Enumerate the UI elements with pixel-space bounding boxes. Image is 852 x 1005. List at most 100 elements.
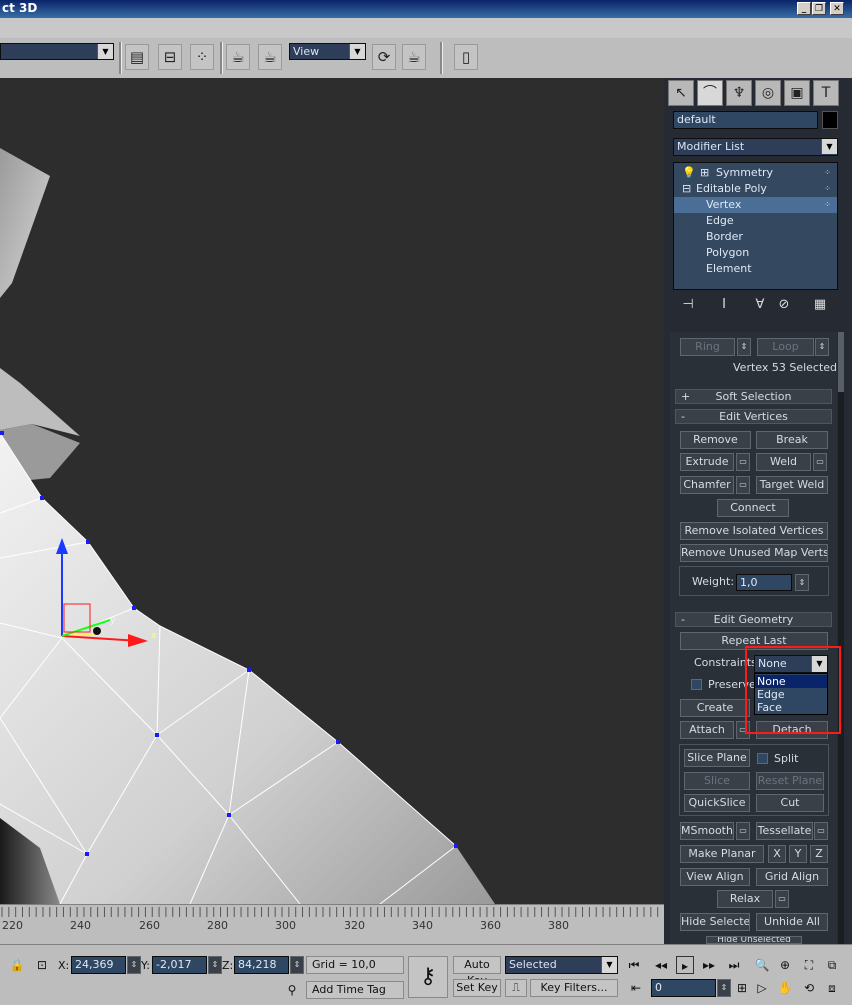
lightbulb-icon[interactable]: 💡: [682, 165, 696, 181]
utilities-tab-icon[interactable]: T: [813, 80, 839, 106]
y-coordinate-field[interactable]: -2,017: [152, 956, 207, 974]
pan-hand-icon[interactable]: ✋: [776, 979, 794, 997]
ring-button[interactable]: Ring: [680, 338, 735, 356]
restore-button[interactable]: ❐: [812, 2, 826, 15]
set-key-button[interactable]: Set Key: [453, 979, 501, 997]
hierarchy-tab-icon[interactable]: ♆: [726, 80, 752, 106]
z-coordinate-field[interactable]: 84,218: [234, 956, 289, 974]
attach-button[interactable]: Attach: [680, 721, 734, 739]
target-weld-button[interactable]: Target Weld: [756, 476, 828, 494]
set-key-mode-icon[interactable]: ⚷: [408, 956, 448, 998]
relax-button[interactable]: Relax: [717, 890, 773, 908]
tessellate-button[interactable]: Tessellate: [756, 822, 813, 840]
add-time-tag-button[interactable]: Add Time Tag: [306, 981, 404, 999]
orbit-icon[interactable]: ⟲: [800, 979, 818, 997]
time-ruler[interactable]: 220 240 260 280 300 320 340 360 380: [0, 904, 664, 945]
ring-spinner[interactable]: ⇕: [737, 338, 751, 356]
hide-unselected-button[interactable]: Hide Unselected: [706, 936, 802, 944]
x-coordinate-field[interactable]: 24,369: [71, 956, 126, 974]
loop-button[interactable]: Loop: [757, 338, 814, 356]
previous-frame-icon[interactable]: ◂◂: [652, 956, 670, 974]
loop-spinner[interactable]: ⇕: [815, 338, 829, 356]
chamfer-button[interactable]: Chamfer: [680, 476, 734, 494]
view-align-button[interactable]: View Align: [680, 868, 750, 886]
field-of-view-icon[interactable]: ▷: [753, 979, 771, 997]
stack-item-element[interactable]: Element: [674, 261, 837, 277]
close-button[interactable]: ✕: [830, 2, 844, 15]
selection-set-combo[interactable]: ▼: [0, 43, 114, 60]
show-end-result-icon[interactable]: I: [713, 294, 735, 316]
remove-isolated-vertices-button[interactable]: Remove Isolated Vertices: [680, 522, 828, 540]
connect-button[interactable]: Connect: [717, 499, 789, 517]
weight-spinner[interactable]: ⇕: [795, 574, 809, 591]
modifier-stack[interactable]: 💡 ⊞ Symmetry ⁘ ⊟ Editable Poly ⁘ Vertex ⁘ Edge…: [673, 162, 838, 290]
minimize-button[interactable]: _: [797, 2, 811, 15]
modifier-list-combo[interactable]: Modifier List ▼: [673, 138, 838, 156]
key-curve-icon[interactable]: ⎍: [505, 979, 527, 997]
next-frame-icon[interactable]: ▸▸: [700, 956, 718, 974]
auto-key-button[interactable]: Auto Key: [453, 956, 501, 987]
y-spinner[interactable]: ⇕: [208, 956, 222, 974]
extra-tools-icon[interactable]: ▯: [454, 44, 478, 70]
configure-sets-icon[interactable]: ▦: [809, 294, 831, 316]
frame-spinner[interactable]: ⇕: [717, 979, 731, 997]
layers-icon[interactable]: ⁘: [190, 44, 214, 70]
stack-item-vertex[interactable]: Vertex ⁘: [674, 197, 837, 213]
panel-scrollbar[interactable]: [838, 332, 844, 944]
quickslice-button[interactable]: QuickSlice: [684, 794, 750, 812]
maximize-viewport-icon[interactable]: ⧈: [823, 979, 841, 997]
display-tab-icon[interactable]: ▣: [784, 80, 810, 106]
extrude-button[interactable]: Extrude: [680, 453, 734, 471]
zoom-icon[interactable]: 🔍: [753, 956, 771, 974]
preserve-uvs-checkbox[interactable]: [691, 679, 702, 690]
hide-selected-button[interactable]: Hide Selected: [680, 913, 750, 931]
stack-item-symmetry[interactable]: 💡 ⊞ Symmetry ⁘: [674, 165, 837, 181]
msmooth-button[interactable]: MSmooth: [680, 822, 734, 840]
object-name-field[interactable]: default: [673, 111, 818, 129]
unhide-all-button[interactable]: Unhide All: [756, 913, 828, 931]
make-unique-icon[interactable]: ∀: [749, 294, 771, 316]
split-checkbox[interactable]: [757, 753, 768, 764]
weld-button[interactable]: Weld: [756, 453, 811, 471]
relax-settings-icon[interactable]: ▭: [775, 890, 789, 908]
msmooth-settings-icon[interactable]: ▭: [736, 822, 750, 840]
slice-button[interactable]: Slice: [684, 772, 750, 790]
weld-settings-icon[interactable]: ▭: [813, 453, 827, 471]
extrude-settings-icon[interactable]: ▭: [736, 453, 750, 471]
chamfer-settings-icon[interactable]: ▭: [736, 476, 750, 494]
grid-align-button[interactable]: Grid Align: [756, 868, 828, 886]
modify-tab-icon[interactable]: ⌒: [697, 80, 723, 106]
motion-tab-icon[interactable]: ◎: [755, 80, 781, 106]
perspective-viewport[interactable]: z y x: [0, 78, 664, 904]
z-spinner[interactable]: ⇕: [290, 956, 304, 974]
expand-icon[interactable]: ⊞: [700, 165, 709, 181]
remove-button[interactable]: Remove: [680, 431, 751, 449]
active-shade-icon[interactable]: ☕: [402, 44, 426, 70]
render-teapot-icon[interactable]: ☕: [258, 44, 282, 70]
key-selection-combo[interactable]: Selected ▼: [505, 956, 618, 974]
planarize-y-button[interactable]: Y: [789, 845, 807, 863]
create-tab-icon[interactable]: ↖: [668, 80, 694, 106]
lock-icon[interactable]: 🔒: [8, 956, 26, 974]
zoom-all-icon[interactable]: ⊕: [776, 956, 794, 974]
create-button[interactable]: Create: [680, 699, 750, 717]
make-planar-button[interactable]: Make Planar: [680, 845, 764, 863]
slice-plane-button[interactable]: Slice Plane: [684, 749, 750, 767]
object-color-swatch[interactable]: [822, 111, 838, 129]
stack-item-editable-poly[interactable]: ⊟ Editable Poly ⁘: [674, 181, 837, 197]
current-frame-field[interactable]: 0: [651, 979, 716, 997]
quick-render-icon[interactable]: ⟳: [372, 44, 396, 70]
planarize-x-button[interactable]: X: [768, 845, 786, 863]
key-mode-icon[interactable]: ⇤: [627, 979, 645, 997]
time-tag-icon[interactable]: ⚲: [283, 981, 301, 999]
named-selection-icon[interactable]: ▤: [125, 44, 149, 70]
remove-unused-map-verts-button[interactable]: Remove Unused Map Verts: [680, 544, 828, 562]
edit-vertices-rollout[interactable]: - Edit Vertices: [675, 409, 832, 424]
edit-geometry-rollout[interactable]: - Edit Geometry: [675, 612, 832, 627]
go-to-end-icon[interactable]: ⏭: [725, 956, 743, 974]
render-setup-icon[interactable]: ☕: [226, 44, 250, 70]
break-button[interactable]: Break: [756, 431, 828, 449]
absolute-mode-icon[interactable]: ⊡: [33, 956, 51, 974]
time-config-icon[interactable]: ⊞: [733, 979, 751, 997]
soft-selection-rollout[interactable]: + Soft Selection: [675, 389, 832, 404]
